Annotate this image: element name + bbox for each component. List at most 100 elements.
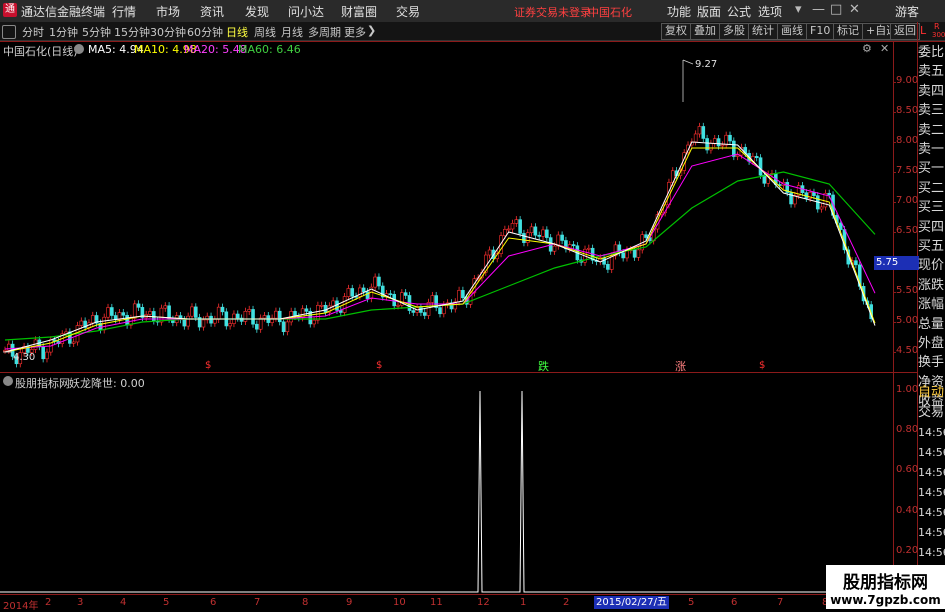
menu-function[interactable]: 功能 [667, 3, 691, 20]
indicator-y-tick-label: 0.20 [896, 544, 919, 556]
candle-body [110, 307, 114, 316]
candle-body [632, 249, 637, 258]
indicator-y-tick-label: 0.40 [896, 504, 919, 516]
minimize-icon[interactable]: — [812, 2, 825, 17]
quote-panel-label: 卖三 [918, 103, 945, 119]
marker-signal: $ [759, 360, 766, 371]
quote-panel-label[interactable]: 交易 [918, 403, 945, 423]
quote-panel-label: 14:56 [918, 446, 945, 459]
candle-body [609, 255, 614, 270]
candle-body [716, 138, 721, 147]
menu-quotes[interactable]: 行情 [112, 3, 136, 20]
quote-panel-label: 买五 [918, 239, 945, 254]
candle-body [701, 126, 706, 139]
close-icon[interactable]: ✕ [849, 2, 860, 17]
candle-body [457, 290, 461, 303]
candle-body [510, 223, 515, 230]
candle-body [281, 321, 286, 333]
tab-monthly[interactable]: 月线 [281, 24, 303, 40]
price-chart[interactable]: 9.27 4.30 [0, 42, 893, 372]
draw-line-button[interactable]: 画线 [777, 23, 807, 40]
tab-multi-period[interactable]: 多周期 [308, 24, 341, 40]
tab-daily[interactable]: 日线 [226, 24, 248, 40]
quote-panel-label: 总量 [918, 316, 945, 332]
user-guest[interactable]: 游客 [895, 3, 919, 20]
overlay-button[interactable]: 叠加 [690, 23, 720, 40]
candle-body [720, 144, 725, 147]
tab-timeshare[interactable]: 分时 [22, 24, 44, 40]
y-tick-label: 4.50 [896, 345, 919, 356]
candle-body [163, 305, 168, 309]
toggle-panel-icon[interactable] [2, 25, 16, 39]
candle-body [438, 307, 442, 315]
indicator-y-tick-label: 1.00 [896, 384, 919, 395]
multi-stock-button[interactable]: 多股 [719, 23, 749, 40]
maximize-icon[interactable]: □ [830, 2, 842, 17]
candle-body [754, 156, 759, 159]
menu-layout[interactable]: 版面 [697, 3, 721, 20]
tab-more[interactable]: 更多 [344, 24, 366, 40]
app-logo-icon: 通 [3, 3, 17, 17]
yaolong-signal-line [0, 390, 893, 593]
tab-15min[interactable]: 15分钟 [114, 24, 150, 40]
back-button[interactable]: 返回 [890, 23, 920, 40]
candle-body [533, 226, 538, 236]
tab-1min[interactable]: 1分钟 [49, 24, 78, 40]
dropdown-icon[interactable]: ▾ [795, 2, 802, 17]
candle-body [255, 323, 259, 330]
candle-body [388, 293, 393, 295]
candle-body [319, 304, 324, 307]
ma10-line [4, 147, 876, 353]
corner-num: 300 [932, 31, 945, 39]
menu-market[interactable]: 市场 [156, 3, 180, 20]
quote-panel-label: 14:56 [918, 526, 945, 539]
stats-button[interactable]: 统计 [748, 23, 778, 40]
x-tick-label: 4 [120, 597, 127, 608]
y-tick-mark [893, 232, 896, 233]
more-arrow-icon[interactable]: ❯ [367, 24, 376, 37]
adjust-button[interactable]: 复权 [661, 23, 691, 40]
candle-body [442, 304, 446, 315]
candle-body [518, 219, 522, 234]
candle-body [522, 233, 526, 243]
candlestick-series [3, 122, 873, 368]
x-tick-label: 7 [254, 597, 261, 608]
candle-body [373, 276, 377, 288]
marker-fall: 跌 [538, 360, 549, 373]
corner-l: L [920, 24, 927, 37]
tab-60min[interactable]: 60分钟 [187, 24, 223, 40]
y-tick-label: 8.00 [896, 135, 919, 146]
f10-button[interactable]: F10 [806, 23, 835, 40]
trade-login-notice[interactable]: 证券交易未登录 [514, 4, 591, 20]
candle-body [506, 228, 511, 231]
tab-5min[interactable]: 5分钟 [82, 24, 111, 40]
period-toolbar: 分时 1分钟 5分钟 15分钟 30分钟 60分钟 日线 周线 月线 多周期 更… [0, 22, 945, 41]
watermark-title: 股朋指标网 [843, 573, 928, 593]
menu-trade[interactable]: 交易 [396, 3, 420, 20]
mark-button[interactable]: 标记 [833, 23, 863, 40]
menu-wealth[interactable]: 财富圈 [341, 3, 377, 20]
menu-options[interactable]: 选项 [758, 3, 782, 20]
quote-panel-label: 卖一 [918, 142, 945, 157]
menu-ask[interactable]: 问小达 [288, 3, 324, 20]
current-stock-name: 中国石化 [588, 6, 632, 19]
candle-body [644, 234, 648, 238]
y-tick-mark [893, 82, 896, 83]
menu-discover[interactable]: 发现 [245, 3, 269, 20]
candle-body [812, 192, 816, 196]
y-tick-mark [893, 202, 896, 203]
tab-weekly[interactable]: 周线 [254, 24, 276, 40]
quote-panel-label[interactable]: 自动 [918, 383, 945, 403]
tab-30min[interactable]: 30分钟 [150, 24, 186, 40]
candle-body [430, 295, 435, 303]
x-tick-label: 1 [520, 597, 527, 608]
quote-panel-label: 外盘 [918, 336, 945, 351]
indicator-chart[interactable] [0, 373, 893, 594]
menu-news[interactable]: 资讯 [200, 3, 224, 20]
quote-panel-label: 涨幅 [918, 297, 945, 313]
x-tick-label: 5 [163, 597, 170, 608]
menu-formula[interactable]: 公式 [727, 3, 751, 20]
indicator-y-tick-label: 0.60 [896, 464, 919, 476]
candle-body [350, 288, 355, 297]
candle-body [422, 312, 427, 316]
